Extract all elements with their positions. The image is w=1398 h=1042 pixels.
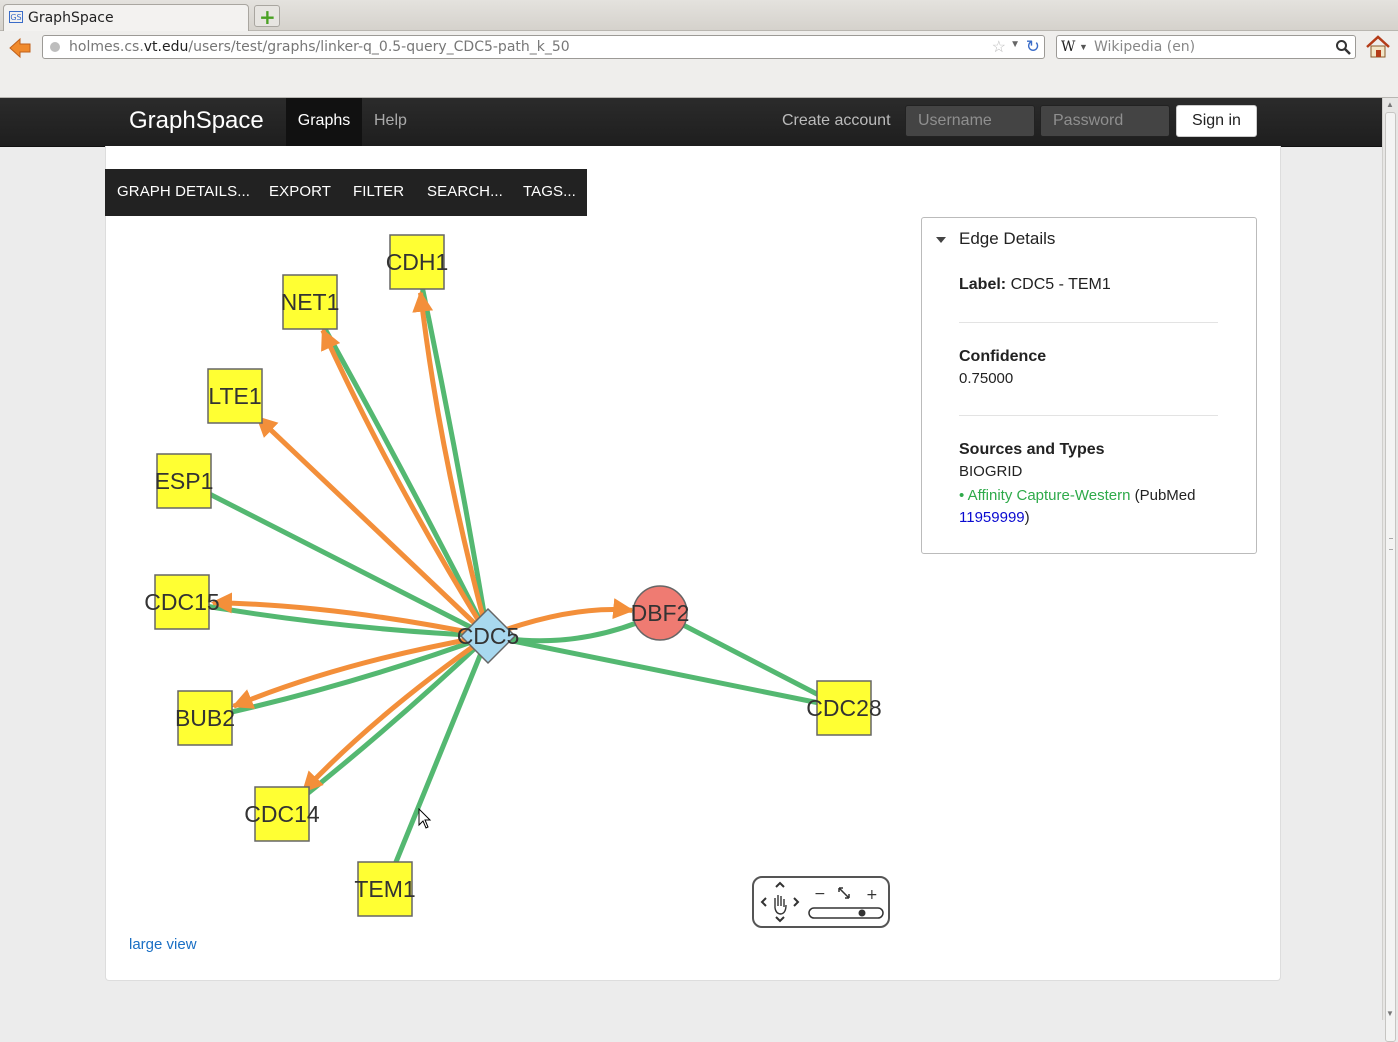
large-view-link[interactable]: large view (129, 936, 197, 953)
plus-icon: + (259, 5, 276, 29)
scroll-up-arrow-icon[interactable]: ▲ (1386, 100, 1394, 109)
brand-logo[interactable]: GraphSpace (129, 107, 264, 135)
bookmark-star-icon[interactable]: ☆ (992, 37, 1006, 57)
zoom-in-icon[interactable]: + (866, 887, 878, 903)
nav-graphs[interactable]: Graphs (286, 98, 362, 146)
node-esp1[interactable]: ESP1 (155, 453, 214, 509)
search-bar[interactable]: W ▼ Wikipedia (en) (1056, 35, 1356, 59)
chevron-down-icon[interactable]: ▼ (1079, 42, 1088, 52)
node-net1[interactable]: NET1 (281, 274, 340, 330)
node-bub2[interactable]: BUB2 (175, 690, 235, 746)
source-type-row: • Affinity Capture-Western (PubMed 119599… (959, 487, 1196, 526)
label-key: Label: (959, 276, 1007, 293)
site-navbar: GraphSpace Graphs Help Create account Si… (0, 98, 1382, 147)
grip-icon (1389, 538, 1393, 550)
node-label: TEM1 (354, 876, 415, 902)
source-type: • Affinity Capture-Western (959, 487, 1131, 504)
node-label: BUB2 (175, 705, 235, 731)
back-arrow-icon[interactable] (8, 37, 32, 59)
edge-cdc5-cdc28-undirected[interactable] (487, 633, 845, 711)
node-tem1[interactable]: TEM1 (354, 861, 416, 917)
pan-zoom-control[interactable]: − + (754, 878, 888, 926)
zoom-slider-track[interactable] (808, 907, 884, 919)
site-identity-icon[interactable] (50, 42, 60, 52)
node-label: CDC15 (144, 589, 219, 615)
node-label: CDC14 (244, 801, 320, 827)
confidence-key: Confidence (959, 348, 1047, 365)
node-lte1[interactable]: LTE1 (207, 368, 263, 424)
filter-menu[interactable]: FILTER (353, 169, 404, 216)
confidence-value: 0.75000 (959, 370, 1014, 387)
node-cdc28[interactable]: CDC28 (806, 680, 882, 736)
edge-details-panel: Edge Details Label: CDC5 - TEM1 Confiden… (921, 217, 1257, 554)
home-icon[interactable] (1365, 35, 1391, 59)
source-database: BIOGRID (959, 463, 1023, 480)
node-cdc15[interactable]: CDC15 (144, 574, 220, 630)
browser-tab[interactable]: GS GraphSpace (3, 4, 249, 31)
graph-details-menu[interactable]: GRAPH DETAILS... (117, 169, 250, 216)
node-label: ESP1 (155, 468, 214, 494)
fit-icon[interactable] (838, 887, 850, 899)
tab-title: GraphSpace (28, 10, 114, 26)
nodes-layer: CDH1 NET1 LTE1 ESP1 CDC15 BUB2 CDC14 TEM1 CDC5 DB… (144, 234, 882, 917)
url-text[interactable]: holmes.cs.vt.edu/users/test/graphs/linke… (69, 39, 570, 55)
edge-cdc5-cdc15-directed[interactable] (210, 592, 489, 639)
node-label: CDH1 (386, 249, 449, 275)
sign-in-button[interactable]: Sign in (1176, 105, 1257, 137)
search-icon[interactable] (1335, 39, 1351, 55)
mouse-cursor-icon (418, 808, 432, 829)
page-scrollbar[interactable]: ▲ ▼ (1382, 98, 1398, 1042)
node-cdh1[interactable]: CDH1 (386, 234, 449, 290)
edge-label-row: Label: CDC5 - TEM1 (959, 276, 1111, 294)
node-label: LTE1 (208, 383, 261, 409)
graph-canvas[interactable]: CDH1 NET1 LTE1 ESP1 CDC15 BUB2 CDC14 TEM1 CDC5 DB… (105, 216, 905, 931)
node-cdc14[interactable]: CDC14 (244, 786, 320, 842)
browser-tab-bar: GS GraphSpace + (0, 0, 1398, 31)
divider (959, 322, 1218, 323)
zoom-slider-handle[interactable] (858, 909, 866, 917)
collapse-triangle-icon[interactable] (936, 237, 946, 243)
edge-cdc5-cdc14-undirected[interactable] (280, 634, 490, 816)
tags-menu[interactable]: TAGS... (523, 169, 576, 216)
edge-cdc5-cdc15-undirected[interactable] (181, 599, 489, 639)
wikipedia-icon[interactable]: W (1061, 39, 1075, 55)
divider (959, 415, 1218, 416)
address-bar[interactable]: holmes.cs.vt.edu/users/test/graphs/linke… (42, 35, 1045, 59)
pan-icon[interactable] (760, 881, 800, 923)
graph-toolbar: GRAPH DETAILS... EXPORT FILTER SEARCH...… (105, 169, 587, 216)
edge-cdc5-net1-undirected[interactable] (307, 300, 491, 638)
browser-navigation-bar: holmes.cs.vt.edu/users/test/graphs/linke… (0, 31, 1398, 98)
node-label: NET1 (281, 289, 340, 315)
username-input[interactable] (905, 105, 1035, 137)
scroll-down-arrow-icon[interactable]: ▼ (1386, 1009, 1394, 1018)
search-input[interactable]: Wikipedia (en) (1094, 39, 1195, 55)
nav-help[interactable]: Help (374, 98, 407, 146)
node-dbf2[interactable]: DBF2 (631, 585, 690, 641)
reload-icon[interactable]: ↻ (1026, 37, 1040, 57)
scrollbar-thumb[interactable] (1385, 112, 1396, 1042)
chevron-down-icon[interactable]: ▼ (1010, 39, 1020, 50)
sources-key: Sources and Types (959, 441, 1105, 458)
label-value: CDC5 - TEM1 (1010, 276, 1111, 293)
password-input[interactable] (1040, 105, 1170, 137)
favicon-icon: GS (9, 11, 23, 23)
node-label: CDC5 (457, 623, 520, 649)
pubmed-link[interactable]: 11959999 (959, 509, 1025, 526)
export-menu[interactable]: EXPORT (269, 169, 331, 216)
zoom-out-icon[interactable]: − (814, 886, 826, 902)
create-account-link[interactable]: Create account (782, 98, 891, 146)
new-tab-button[interactable]: + (254, 5, 280, 29)
graph-navigator[interactable]: − + (752, 876, 890, 928)
search-menu[interactable]: SEARCH... (427, 169, 503, 216)
node-label: CDC28 (806, 695, 881, 721)
node-label: DBF2 (631, 600, 690, 626)
panel-title[interactable]: Edge Details (959, 229, 1055, 249)
